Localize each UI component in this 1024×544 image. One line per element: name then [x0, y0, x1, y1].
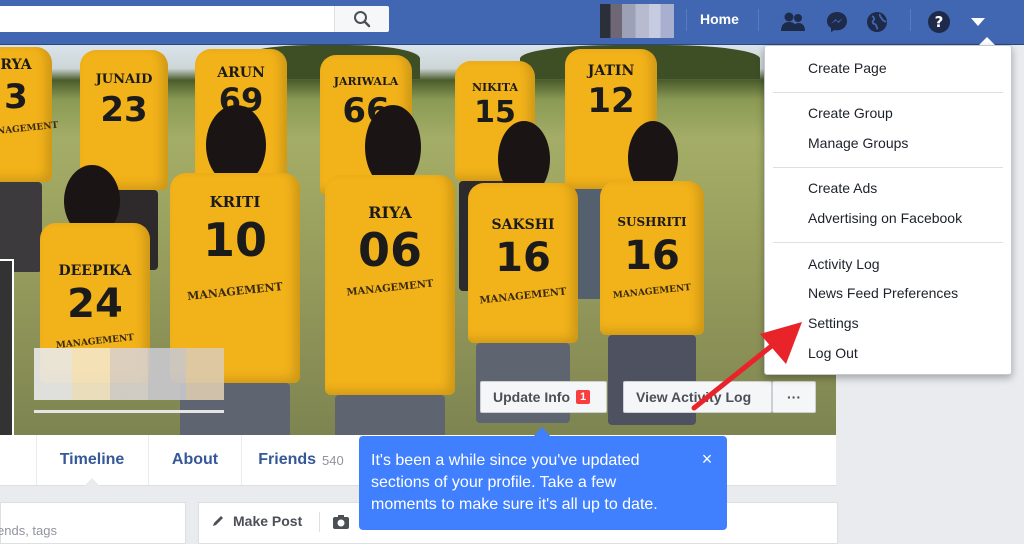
player-riya: RIYA 06 MANAGEMENT: [325, 105, 455, 435]
home-link[interactable]: Home: [700, 11, 739, 27]
update-info-badge: 1: [576, 390, 591, 404]
tab-label: Friends: [258, 451, 317, 468]
globe-icon[interactable]: [864, 9, 890, 35]
jersey-number: 24: [67, 281, 123, 327]
profile-update-tooltip: It's been a while since you've updated s…: [359, 436, 727, 530]
jersey-number: 06: [357, 223, 422, 277]
menu-item-activity-log[interactable]: Activity Log: [808, 256, 880, 272]
tab-about[interactable]: About: [149, 435, 242, 485]
profile-avatar-link[interactable]: [600, 4, 674, 38]
jersey-name: SUSHRITI: [617, 215, 687, 229]
profile-name-blurred: [34, 348, 224, 400]
tab-label: Timeline: [59, 451, 125, 468]
jersey-name: JARIWALA: [333, 75, 399, 88]
player-sakshi: SAKSHI 16 MANAGEMENT: [468, 121, 578, 423]
tooltip-text: It's been a while since you've updated s…: [371, 452, 658, 513]
jersey-number: 12: [587, 81, 635, 121]
divider: [319, 512, 320, 532]
jersey-number: 23: [100, 90, 148, 130]
jersey-number: 10: [202, 213, 267, 267]
tooltip-close-icon[interactable]: ×: [697, 449, 717, 469]
intro-card: ends, tags: [0, 502, 186, 544]
profile-name-underline: [34, 410, 224, 413]
menu-item-settings[interactable]: Settings: [808, 315, 859, 331]
divider: [758, 9, 759, 31]
jersey-name: ARUN: [217, 65, 265, 81]
jersey-number: 3: [4, 77, 28, 117]
update-info-label: Update Info: [493, 389, 570, 405]
top-navigation-bar: Home ?: [0, 0, 1024, 45]
menu-divider: [773, 242, 1003, 243]
menu-item-log-out[interactable]: Log Out: [808, 345, 858, 361]
pencil-icon: [213, 516, 223, 526]
jersey-number: 16: [624, 233, 680, 279]
friends-count: 540: [322, 452, 344, 468]
menu-item-advertising[interactable]: Advertising on Facebook: [808, 210, 962, 226]
jersey-name: JUNAID: [95, 72, 153, 87]
divider: [686, 9, 687, 31]
update-info-button[interactable]: Update Info 1: [480, 381, 607, 413]
caret-down-icon[interactable]: [965, 9, 991, 35]
friend-requests-icon[interactable]: [780, 9, 806, 35]
jersey-name: KRITI: [209, 193, 261, 211]
tab-friends[interactable]: Friends 540: [242, 435, 361, 485]
jersey-name: RYA: [0, 57, 32, 73]
active-tab-indicator: [84, 478, 100, 486]
jersey-name: RIYA: [368, 203, 412, 222]
profile-picture-frame[interactable]: [0, 259, 14, 435]
camera-icon[interactable]: [332, 514, 350, 530]
menu-item-create-group[interactable]: Create Group: [808, 105, 893, 121]
tab-spacer: [0, 435, 37, 485]
jersey-name: SAKSHI: [491, 217, 555, 233]
jersey-name: NIKITA: [471, 81, 519, 94]
messenger-icon[interactable]: [824, 9, 850, 35]
menu-divider: [773, 167, 1003, 168]
divider: [910, 9, 911, 31]
help-icon[interactable]: ?: [926, 9, 952, 35]
annotation-arrow-icon: [691, 322, 802, 411]
make-post-label: Make Post: [233, 513, 303, 529]
player-sushriti: SUSHRITI 16 MANAGEMENT: [600, 121, 704, 425]
jersey-name: DEEPIKA: [58, 263, 132, 279]
menu-divider: [773, 92, 1003, 93]
make-post-button[interactable]: Make Post: [211, 513, 302, 529]
search-input[interactable]: [0, 6, 388, 32]
jersey-name: JATIN: [587, 63, 635, 79]
menu-item-create-page[interactable]: Create Page: [808, 60, 887, 76]
menu-item-news-feed-preferences[interactable]: News Feed Preferences: [808, 285, 958, 301]
svg-text:?: ?: [935, 13, 944, 31]
menu-item-create-ads[interactable]: Create Ads: [808, 180, 877, 196]
menu-item-manage-groups[interactable]: Manage Groups: [808, 135, 908, 151]
search-button[interactable]: [334, 6, 389, 32]
tab-label: About: [171, 451, 219, 468]
search-icon: [354, 11, 371, 28]
jersey-number: 16: [495, 235, 551, 281]
